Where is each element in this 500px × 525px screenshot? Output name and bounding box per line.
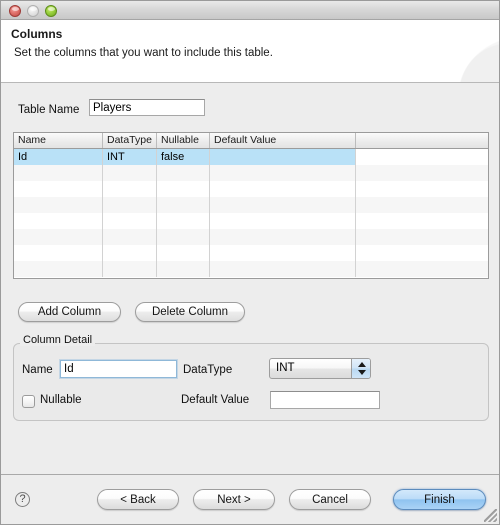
column-header-name[interactable]: Name [14, 133, 103, 148]
close-window-icon[interactable] [9, 5, 21, 17]
table-name-label: Table Name [18, 104, 80, 116]
table-cell-nullable[interactable] [157, 213, 210, 229]
column-header-nullable[interactable]: Nullable [157, 133, 210, 148]
table-row[interactable] [14, 229, 488, 245]
table-cell-datatype[interactable] [103, 261, 157, 277]
cancel-button[interactable]: Cancel [289, 489, 371, 510]
table-row[interactable] [14, 181, 488, 197]
next-button[interactable]: Next > [193, 489, 275, 510]
column-header-default[interactable]: Default Value [210, 133, 356, 148]
zoom-window-icon[interactable] [45, 5, 57, 17]
detail-datatype-value: INT [276, 362, 295, 374]
stepper-arrows-icon[interactable] [351, 359, 370, 378]
column-detail-group [13, 343, 489, 421]
add-column-button[interactable]: Add Column [18, 302, 121, 322]
table-row[interactable] [14, 165, 488, 181]
header-decoration-graphic [431, 20, 499, 82]
table-cell-name[interactable] [14, 213, 103, 229]
table-cell-default[interactable] [210, 181, 356, 197]
page-subtitle: Set the columns that you want to include… [14, 47, 273, 59]
table-cell-filler [356, 197, 487, 213]
table-cell-filler [356, 229, 487, 245]
table-name-input[interactable] [89, 99, 205, 116]
table-cell-datatype[interactable] [103, 229, 157, 245]
table-cell-default[interactable] [210, 245, 356, 261]
table-cell-default[interactable] [210, 149, 356, 165]
table-cell-name[interactable] [14, 261, 103, 277]
table-cell-name[interactable] [14, 245, 103, 261]
table-cell-default[interactable] [210, 197, 356, 213]
detail-name-input[interactable] [60, 360, 177, 378]
table-row[interactable] [14, 261, 488, 277]
table-cell-filler [356, 149, 487, 165]
chevron-up-icon [358, 362, 366, 367]
table-cell-name[interactable] [14, 229, 103, 245]
table-cell-name[interactable] [14, 197, 103, 213]
minimize-window-icon[interactable] [27, 5, 39, 17]
table-cell-nullable[interactable] [157, 261, 210, 277]
chevron-down-icon [358, 370, 366, 375]
table-cell-nullable[interactable] [157, 229, 210, 245]
table-cell-datatype[interactable] [103, 213, 157, 229]
table-cell-default[interactable] [210, 213, 356, 229]
table-cell-datatype[interactable]: INT [103, 149, 157, 165]
table-cell-filler [356, 213, 487, 229]
table-cell-datatype[interactable] [103, 197, 157, 213]
table-cell-filler [356, 181, 487, 197]
table-row[interactable]: Id INT false [14, 149, 488, 165]
table-row[interactable] [14, 245, 488, 261]
table-cell-name[interactable] [14, 165, 103, 181]
wizard-window: Columns Set the columns that you want to… [0, 0, 500, 525]
table-cell-nullable[interactable] [157, 181, 210, 197]
columns-table[interactable]: Name DataType Nullable Default Value Id I… [13, 132, 489, 279]
table-cell-datatype[interactable] [103, 181, 157, 197]
help-icon[interactable]: ? [15, 492, 30, 507]
table-cell-name[interactable]: Id [14, 149, 103, 165]
table-cell-datatype[interactable] [103, 245, 157, 261]
finish-button[interactable]: Finish [393, 489, 486, 510]
detail-datatype-label: DataType [183, 364, 233, 376]
resize-grip[interactable] [484, 509, 497, 522]
columns-table-body: Id INT false [14, 149, 488, 277]
nullable-checkbox[interactable] [22, 395, 35, 408]
back-button[interactable]: < Back [97, 489, 179, 510]
table-cell-nullable[interactable]: false [157, 149, 210, 165]
columns-table-header: Name DataType Nullable Default Value [14, 133, 488, 149]
detail-datatype-select[interactable]: INT [269, 358, 371, 379]
table-cell-default[interactable] [210, 261, 356, 277]
table-cell-nullable[interactable] [157, 245, 210, 261]
wizard-header: Columns Set the columns that you want to… [1, 20, 499, 83]
detail-default-input[interactable] [270, 391, 380, 409]
table-cell-default[interactable] [210, 229, 356, 245]
table-cell-filler [356, 261, 487, 277]
detail-name-label: Name [22, 364, 53, 376]
column-detail-group-label: Column Detail [20, 334, 96, 346]
table-cell-nullable[interactable] [157, 165, 210, 181]
page-title: Columns [11, 27, 63, 41]
table-row[interactable] [14, 213, 488, 229]
table-cell-filler [356, 245, 487, 261]
table-row[interactable] [14, 197, 488, 213]
table-cell-nullable[interactable] [157, 197, 210, 213]
column-header-filler [356, 133, 487, 148]
table-cell-filler [356, 165, 487, 181]
nullable-label: Nullable [40, 394, 82, 406]
table-cell-default[interactable] [210, 165, 356, 181]
table-cell-datatype[interactable] [103, 165, 157, 181]
table-cell-name[interactable] [14, 181, 103, 197]
delete-column-button[interactable]: Delete Column [135, 302, 245, 322]
column-header-datatype[interactable]: DataType [103, 133, 157, 148]
window-titlebar [1, 1, 499, 20]
detail-default-label: Default Value [181, 394, 250, 406]
